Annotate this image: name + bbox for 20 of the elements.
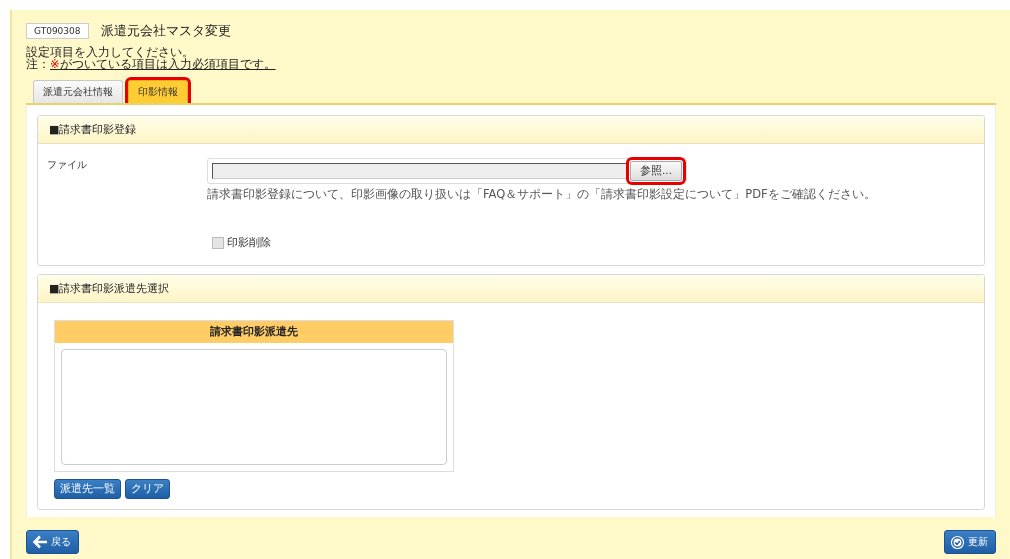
screen-code: GT090308: [26, 23, 89, 39]
file-field[interactable]: 参照...: [207, 158, 687, 184]
checkbox[interactable]: [212, 237, 224, 249]
section-heading: ■請求書印影派遣先選択: [49, 281, 170, 296]
instruction-text: 設定項目を入力してください。: [26, 46, 194, 58]
field-label: ファイル: [47, 158, 88, 172]
list-box[interactable]: [61, 349, 447, 465]
page-title: 派遣元会社マスタ変更: [100, 22, 231, 40]
help-text: 請求書印影登録について、印影画像の取り扱いは「FAQ＆サポート」の「請求書印影設定について」PDFをご確認ください。: [207, 187, 876, 202]
column-header: 請求書印影派遣先: [55, 321, 453, 343]
arrow-left-icon: [32, 535, 48, 549]
tab[interactable]: 印影情報: [128, 80, 188, 103]
action-button[interactable]: クリア: [125, 479, 170, 499]
tab[interactable]: 派遣元会社情報: [33, 80, 123, 103]
check-circle-icon: [950, 534, 965, 550]
action-button[interactable]: 派遣先一覧: [54, 479, 121, 499]
checkbox-label: 印影削除: [227, 236, 271, 250]
update-button[interactable]: 更新: [944, 530, 996, 554]
section-heading: ■請求書印影登録: [49, 122, 137, 137]
back-button[interactable]: 戻る: [26, 530, 79, 554]
